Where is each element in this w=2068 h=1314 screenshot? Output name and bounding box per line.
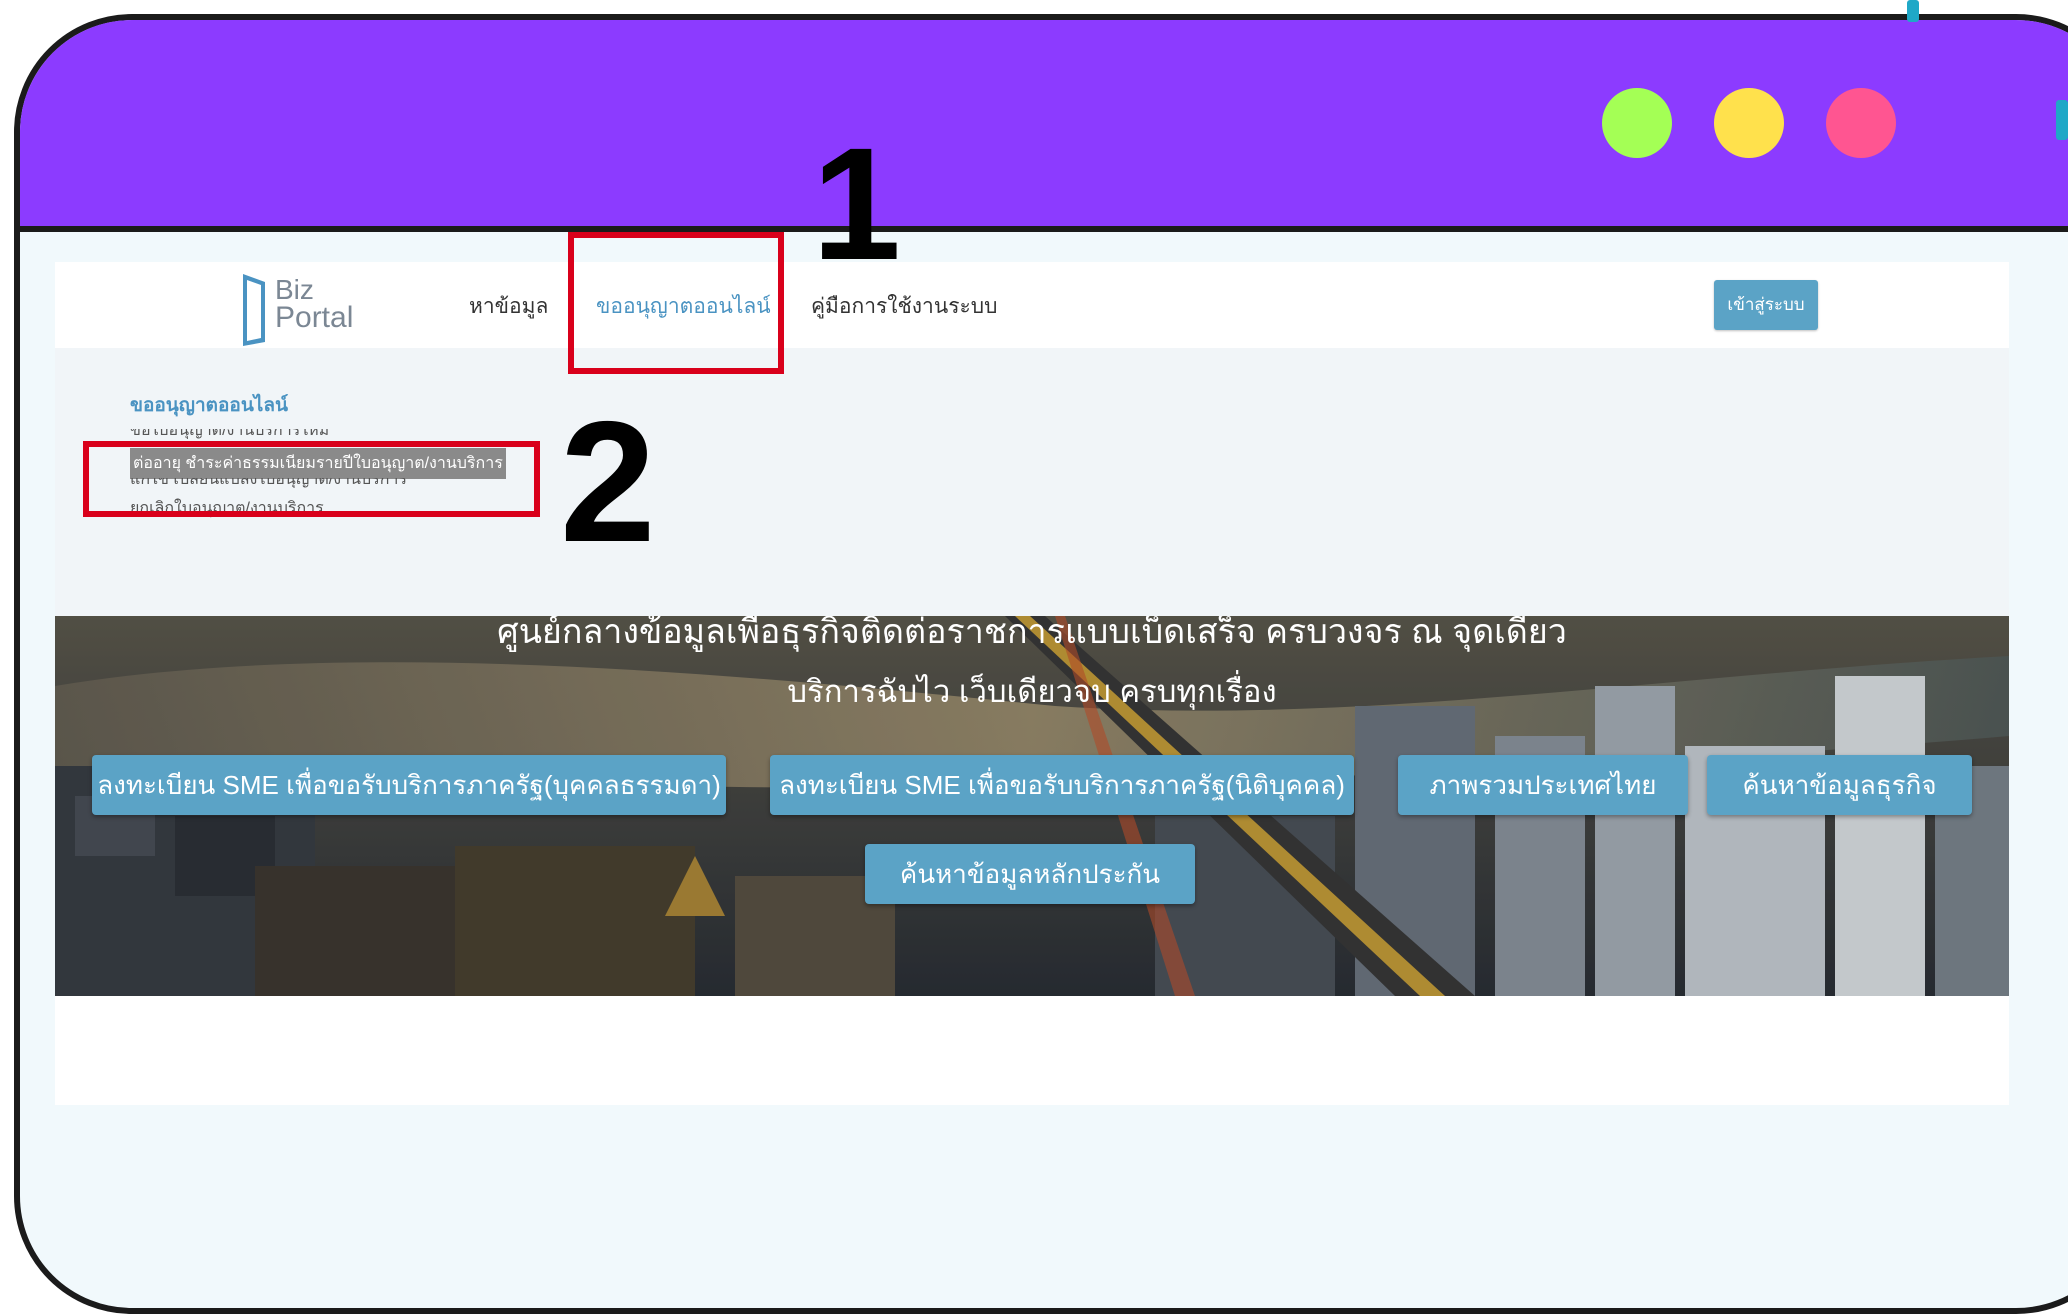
logo-text-biz: Biz: [275, 274, 314, 305]
site-navbar: Biz Portal หาข้อมูล ขออนุญาตออนไลน์ คู่ม…: [55, 262, 2009, 348]
dropdown-item-label: ขอใบอนุญาต/งานบริการใหม่: [130, 429, 330, 439]
corner-accent-mark: [1907, 0, 1919, 22]
dropdown-item-new-permit[interactable]: ขอใบอนุญาต/งานบริการใหม่: [130, 429, 329, 439]
green-dot-icon: [1602, 88, 1672, 158]
window-titlebar: [20, 20, 2068, 232]
yellow-dot-icon: [1714, 88, 1784, 158]
register-sme-juristic-button[interactable]: ลงทะเบียน SME เพื่อขอรับบริการภาครัฐ(นิต…: [770, 755, 1354, 815]
nav-user-manual[interactable]: คู่มือการใช้งานระบบ: [811, 290, 997, 323]
logo-text-portal: Portal: [275, 301, 354, 334]
bizportal-logo[interactable]: Biz Portal: [241, 266, 371, 346]
nav-search-info[interactable]: หาข้อมูล: [469, 290, 548, 323]
pink-dot-icon: [1826, 88, 1896, 158]
dropdown-title: ขออนุญาตออนไลน์: [130, 395, 288, 416]
annotation-number-1: 1: [812, 114, 901, 293]
annotation-box-step1: [568, 232, 784, 374]
search-business-info-button[interactable]: ค้นหาข้อมูลธุรกิจ: [1707, 755, 1972, 815]
search-collateral-info-button[interactable]: ค้นหาข้อมูลหลักประกัน: [865, 844, 1195, 904]
hero-subtitle: บริการฉับไว เว็บเดียวจบ ครบทุกเรื่อง: [787, 674, 1277, 709]
login-button[interactable]: เข้าสู่ระบบ: [1714, 280, 1818, 330]
bizportal-webpage: Biz Portal หาข้อมูล ขออนุญาตออนไลน์ คู่ม…: [55, 262, 2009, 1105]
annotation-box-step2: [83, 441, 540, 517]
hero-title: ศูนย์กลางข้อมูลเพื่อธุรกิจติดต่อราชการแบ…: [497, 616, 1567, 651]
register-sme-individual-button[interactable]: ลงทะเบียน SME เพื่อขอรับบริการภาครัฐ(บุค…: [92, 755, 726, 815]
annotation-number-2: 2: [560, 386, 656, 578]
corner-accent-mark: [2056, 100, 2068, 140]
thailand-overview-button[interactable]: ภาพรวมประเทศไทย: [1398, 755, 1688, 815]
hero-banner: ศูนย์กลางข้อมูลเพื่อธุรกิจติดต่อราชการแบ…: [55, 616, 2009, 996]
